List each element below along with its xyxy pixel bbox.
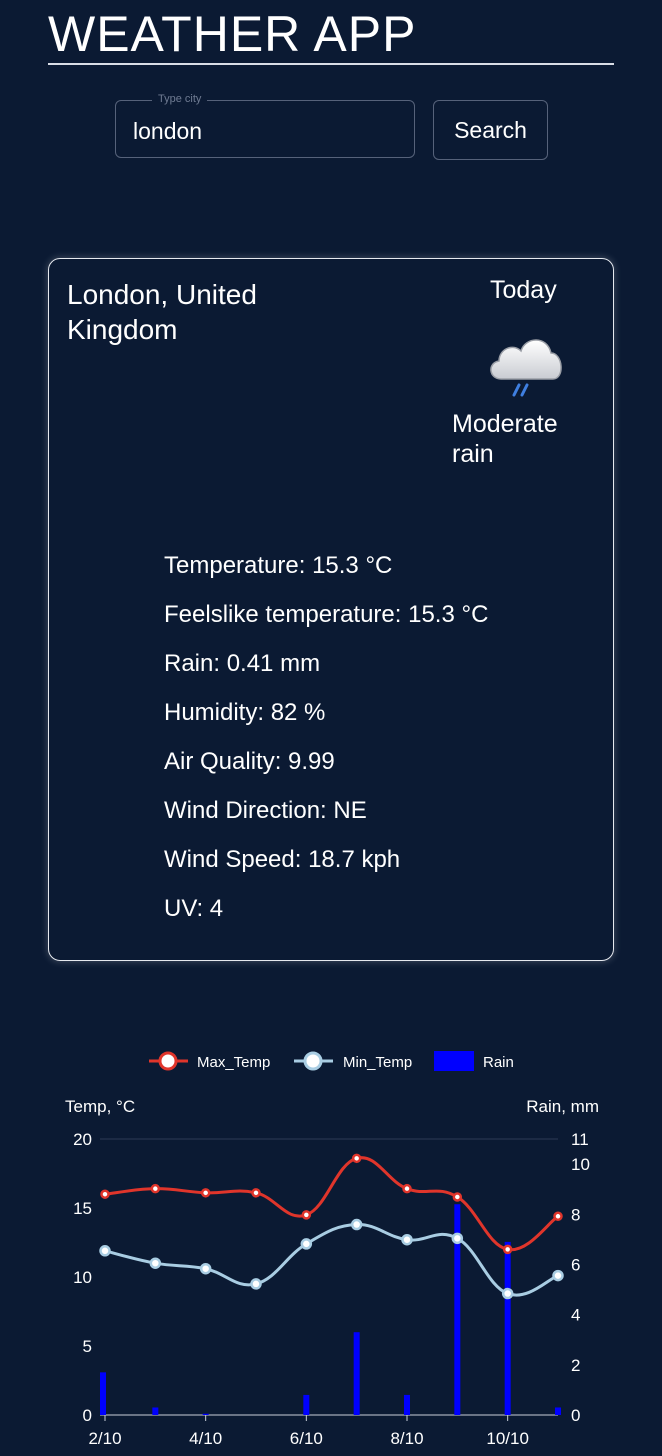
stat-wind-direction: Wind Direction: NE bbox=[164, 797, 367, 824]
point-min-temp[interactable] bbox=[350, 1218, 363, 1231]
legend-marker-max-temp bbox=[158, 1051, 178, 1071]
point-min-temp[interactable] bbox=[451, 1232, 464, 1245]
point-min-temp[interactable] bbox=[401, 1233, 413, 1246]
stat-rain: Rain: 0.41 mm bbox=[164, 650, 321, 677]
point-min-temp[interactable] bbox=[99, 1245, 111, 1257]
forecast-chart: Max_Temp Min_Temp Rain Temp, °C Rain, mm… bbox=[0, 1040, 662, 1450]
rain-bar[interactable] bbox=[202, 1413, 209, 1415]
stat-temperature: Temperature: 15.3 °C bbox=[164, 552, 393, 579]
left-tick-label: 20 bbox=[73, 1130, 92, 1149]
series-line-max-temp bbox=[104, 1156, 559, 1251]
stat-air-quality: Air Quality: 9.99 bbox=[164, 748, 335, 775]
legend-item-min-temp[interactable]: Min_Temp bbox=[294, 1051, 412, 1071]
rain-bar[interactable] bbox=[303, 1394, 310, 1415]
x-tick-label: 2/10 bbox=[88, 1429, 121, 1448]
point-max-temp[interactable] bbox=[553, 1211, 563, 1222]
legend-item-max-temp[interactable]: Max_Temp bbox=[149, 1051, 270, 1071]
point-max-temp[interactable] bbox=[351, 1153, 362, 1164]
current-weather-card: London, United Kingdom Today Moderate ra… bbox=[48, 258, 614, 961]
right-tick-label: 11 bbox=[571, 1130, 589, 1149]
point-max-temp[interactable] bbox=[150, 1183, 161, 1194]
right-tick-label: 10 bbox=[571, 1155, 590, 1174]
stat-wind-speed: Wind Speed: 18.7 kph bbox=[164, 846, 401, 873]
city-search-field[interactable]: Type city bbox=[115, 93, 415, 158]
point-max-temp[interactable] bbox=[200, 1188, 211, 1198]
rain-bar[interactable] bbox=[504, 1241, 511, 1415]
day-label: Today bbox=[490, 276, 557, 304]
x-tick-label: 10/10 bbox=[486, 1429, 529, 1448]
rain-bar[interactable] bbox=[353, 1332, 360, 1415]
point-max-temp[interactable] bbox=[100, 1189, 110, 1199]
legend-swatch-rain bbox=[434, 1051, 474, 1071]
condition-text: Moderate rain bbox=[452, 410, 558, 468]
search-button[interactable]: Search bbox=[433, 100, 548, 160]
legend-marker-min-temp bbox=[303, 1051, 323, 1071]
forecast-chart-svg: Max_Temp Min_Temp Rain Temp, °C Rain, mm… bbox=[65, 1051, 599, 1448]
weather-app: WEATHER APP Type city Search London, Uni… bbox=[0, 0, 662, 1456]
point-min-temp[interactable] bbox=[501, 1287, 514, 1300]
point-min-temp[interactable] bbox=[250, 1278, 262, 1290]
city-search-input[interactable] bbox=[131, 111, 405, 151]
legend-label-max-temp: Max_Temp bbox=[197, 1054, 270, 1071]
rain-bar[interactable] bbox=[152, 1407, 159, 1415]
legend-label-min-temp: Min_Temp bbox=[343, 1054, 412, 1071]
right-tick-label: 8 bbox=[571, 1205, 580, 1224]
left-tick-label: 5 bbox=[83, 1337, 92, 1356]
left-tick-label: 0 bbox=[83, 1406, 92, 1425]
location-name: London, United Kingdom bbox=[67, 279, 257, 345]
point-max-temp[interactable] bbox=[301, 1210, 312, 1220]
stat-uv: UV: 4 bbox=[164, 895, 224, 922]
x-tick-label: 4/10 bbox=[189, 1429, 222, 1448]
left-tick-label: 10 bbox=[73, 1268, 92, 1287]
point-min-temp[interactable] bbox=[300, 1238, 313, 1250]
legend-label-rain: Rain bbox=[483, 1054, 514, 1071]
right-axis-title: Rain, mm bbox=[526, 1097, 599, 1116]
point-min-temp[interactable] bbox=[149, 1257, 162, 1269]
stat-feelslike: Feelslike temperature: 15.3 °C bbox=[164, 601, 489, 628]
point-min-temp[interactable] bbox=[199, 1262, 212, 1275]
point-max-temp[interactable] bbox=[502, 1244, 513, 1255]
point-max-temp[interactable] bbox=[402, 1183, 412, 1194]
weather-stats: Temperature: 15.3 °C Feelslike temperatu… bbox=[164, 549, 488, 941]
left-axis-title: Temp, °C bbox=[65, 1097, 135, 1116]
x-tick-label: 8/10 bbox=[390, 1429, 423, 1448]
point-max-temp[interactable] bbox=[452, 1192, 463, 1202]
cloud-rain-icon bbox=[490, 339, 562, 397]
left-tick-label: 15 bbox=[73, 1199, 92, 1218]
title-divider bbox=[48, 63, 614, 65]
right-tick-label: 6 bbox=[571, 1255, 580, 1274]
legend-item-rain[interactable]: Rain bbox=[434, 1051, 514, 1071]
right-tick-label: 4 bbox=[571, 1306, 580, 1325]
rain-bar[interactable] bbox=[100, 1372, 106, 1415]
rain-bar[interactable] bbox=[404, 1394, 410, 1415]
x-tick-label: 6/10 bbox=[290, 1429, 323, 1448]
stat-humidity: Humidity: 82 % bbox=[164, 699, 326, 726]
chart-legend: Max_Temp Min_Temp Rain bbox=[149, 1051, 514, 1071]
right-tick-label: 2 bbox=[571, 1356, 580, 1375]
city-search-label: Type city bbox=[152, 93, 208, 105]
right-tick-label: 0 bbox=[571, 1406, 580, 1425]
app-title: WEATHER APP bbox=[48, 6, 417, 62]
point-max-temp[interactable] bbox=[251, 1188, 261, 1198]
rain-bar[interactable] bbox=[555, 1407, 561, 1415]
point-min-temp[interactable] bbox=[552, 1269, 564, 1282]
